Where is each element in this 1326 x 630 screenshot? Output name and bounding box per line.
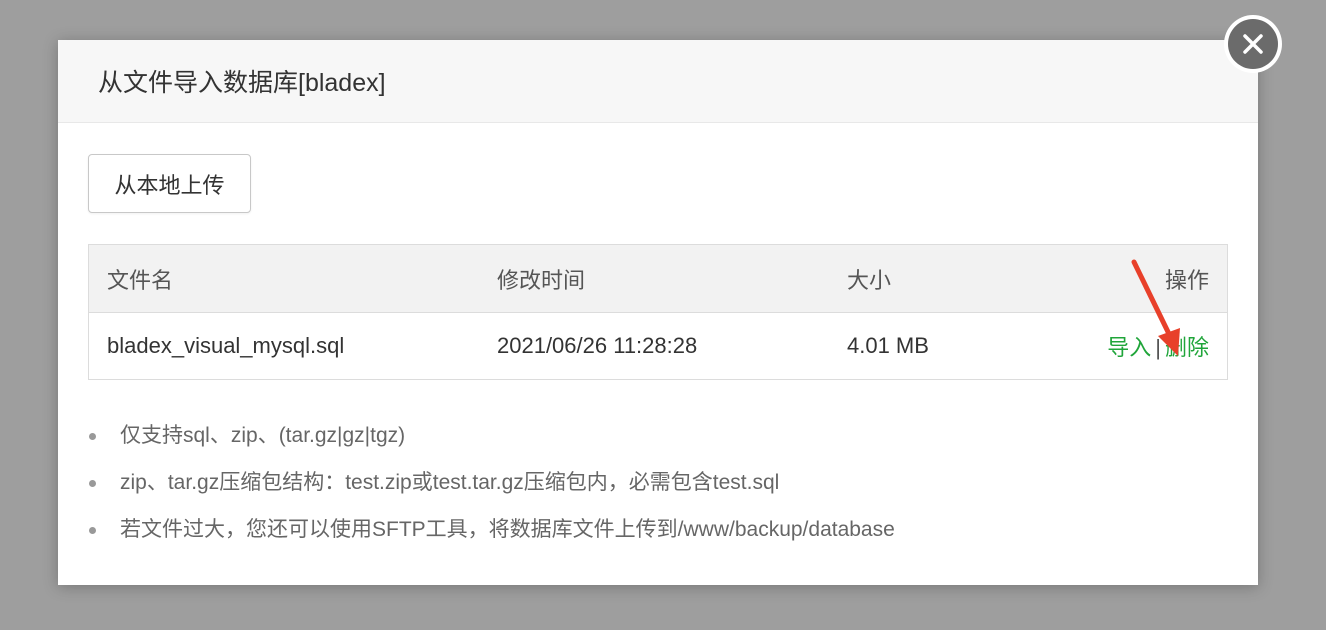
size-cell: 4.01 MB bbox=[847, 333, 929, 358]
note-item: 若文件过大，您还可以使用SFTP工具，将数据库文件上传到/www/backup/… bbox=[86, 510, 895, 557]
bullet-icon bbox=[89, 527, 96, 534]
note-text: zip、tar.gz压缩包结构：test.zip或test.tar.gz压缩包内… bbox=[120, 471, 780, 494]
bullet-icon bbox=[89, 433, 96, 440]
table-header-row: 文件名 修改时间 大小 操作 bbox=[89, 245, 1227, 313]
note-text: 仅支持sql、zip、(tar.gz|gz|tgz) bbox=[120, 424, 406, 447]
header-size: 大小 bbox=[847, 267, 892, 293]
file-name-cell: bladex_visual_mysql.sql bbox=[107, 333, 345, 358]
note-item: 仅支持sql、zip、(tar.gz|gz|tgz) bbox=[86, 416, 895, 463]
red-arrow-annotation bbox=[1131, 259, 1180, 356]
modified-time-cell: 2021/06/26 11:28:28 bbox=[497, 333, 698, 358]
file-table: 文件名 修改时间 大小 操作 bladex_visual_mysql.sql 2… bbox=[88, 244, 1228, 380]
upload-local-button[interactable]: 从本地上传 bbox=[88, 154, 251, 213]
note-text: 若文件过大，您还可以使用SFTP工具，将数据库文件上传到/www/backup/… bbox=[120, 518, 895, 541]
dialog-title: 从文件导入数据库[bladex] bbox=[98, 69, 386, 97]
table-row: bladex_visual_mysql.sql 2021/06/26 11:28… bbox=[89, 313, 1227, 379]
notes-list: 仅支持sql、zip、(tar.gz|gz|tgz) zip、tar.gz压缩包… bbox=[86, 416, 895, 557]
close-icon bbox=[1243, 34, 1263, 54]
note-item: zip、tar.gz压缩包结构：test.zip或test.tar.gz压缩包内… bbox=[86, 463, 895, 510]
import-database-dialog: 从文件导入数据库[bladex] 从本地上传 文件名 修改时间 大小 操作 bl… bbox=[58, 40, 1258, 585]
close-button[interactable] bbox=[1224, 15, 1282, 73]
header-file-name: 文件名 bbox=[107, 267, 174, 293]
header-modified-time: 修改时间 bbox=[497, 267, 586, 293]
dialog-header: 从文件导入数据库[bladex] bbox=[58, 40, 1258, 123]
bullet-icon bbox=[89, 480, 96, 487]
close-button-inner bbox=[1228, 19, 1278, 69]
